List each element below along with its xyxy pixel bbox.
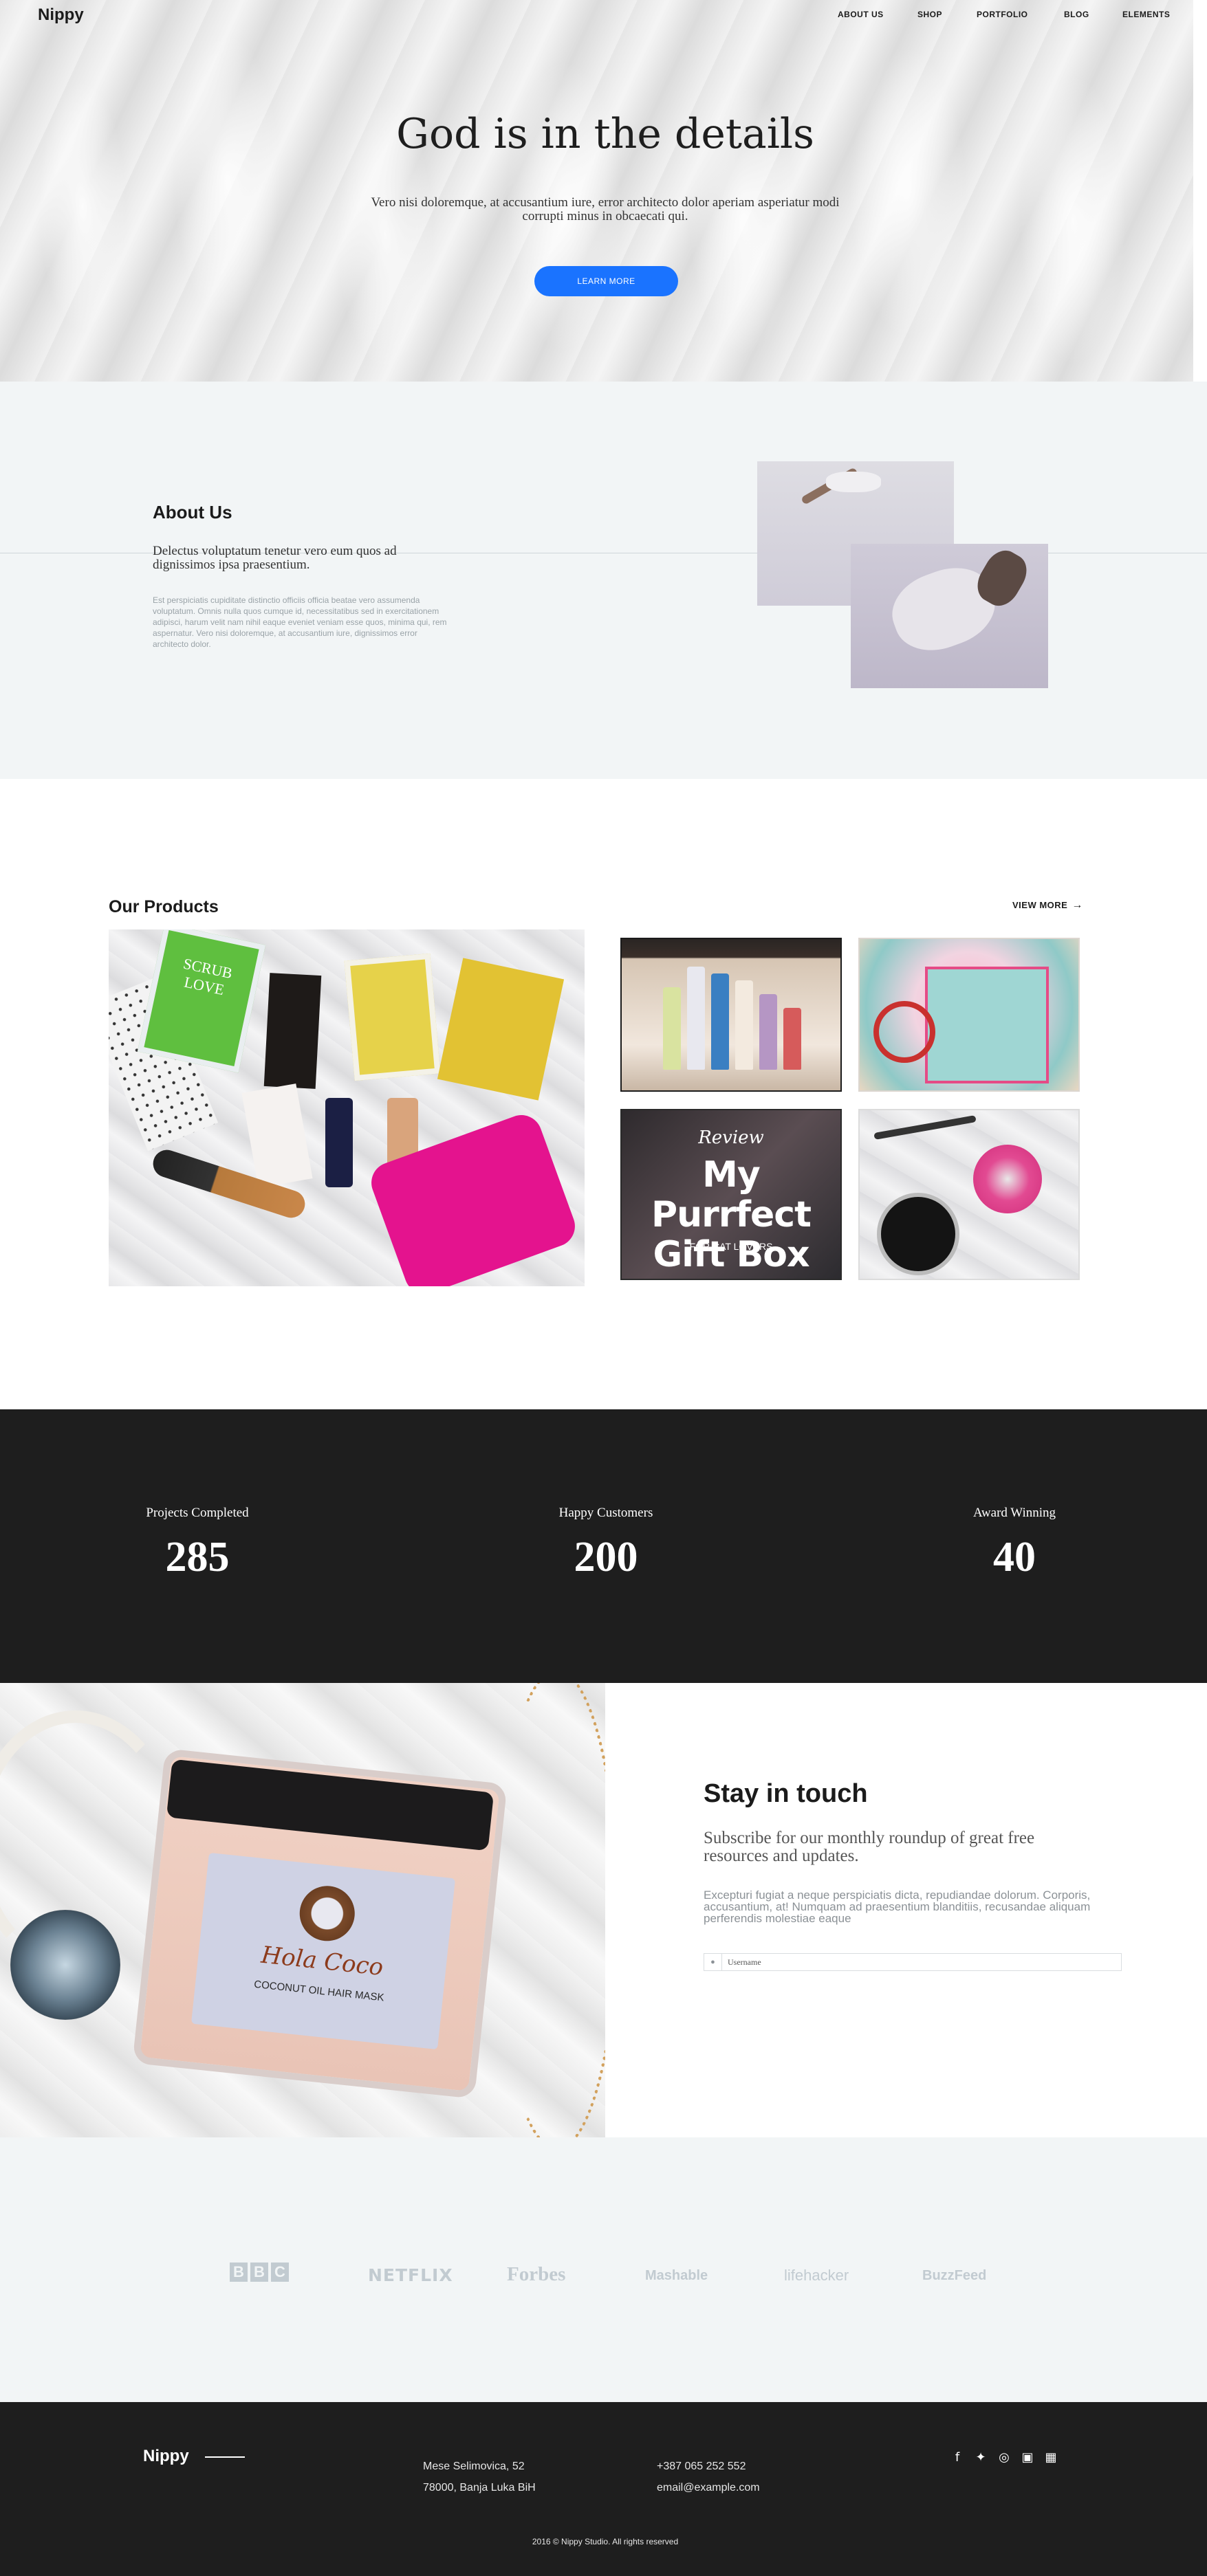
- scrub-label: SCRUB LOVE: [182, 954, 235, 999]
- address-line-2: 78000, Banja Luka BiH: [423, 2482, 536, 2494]
- lifehacker-logo: lifehacker: [784, 2267, 849, 2284]
- necklace-pendant: [10, 1910, 120, 2020]
- stat-label: Award Winning: [972, 1506, 1056, 1520]
- footer-phone[interactable]: +387 065 252 552: [657, 2456, 760, 2477]
- netflix-logo: NETFLIX: [368, 2265, 453, 2285]
- linkedin-icon[interactable]: ▦: [1043, 2450, 1059, 2465]
- nav-elements[interactable]: ELEMENTS: [1122, 10, 1191, 19]
- instagram-icon[interactable]: ▣: [1019, 2450, 1036, 2465]
- product-tea-pack: [344, 953, 441, 1081]
- product-curler: [873, 1001, 935, 1063]
- view-more-label: VIEW MORE: [1012, 900, 1068, 910]
- product-scrub-pack: SCRUB LOVE: [137, 929, 266, 1073]
- stat-value: 40: [993, 1534, 1036, 1581]
- nav-blog[interactable]: BLOG: [1064, 10, 1105, 19]
- about-photo-hands: [851, 544, 1048, 688]
- copyright: 2016 © Nippy Studio. All rights reserved: [532, 2537, 679, 2546]
- hero-subtitle: Vero nisi doloremque, at accusantium iur…: [371, 195, 840, 223]
- brands-section: BBC NETFLIX Forbes Mashable lifehacker B…: [0, 2137, 1207, 2402]
- stat-customers: Happy Customers 200: [503, 1506, 709, 1582]
- mashable-logo: Mashable: [645, 2268, 708, 2283]
- product-curler-box: [925, 967, 1049, 1083]
- subscribe-section: Stay in touch Subscribe for our monthly …: [605, 1683, 1207, 2137]
- product-image-main[interactable]: SCRUB LOVE: [109, 929, 585, 1286]
- twitter-icon[interactable]: ✦: [972, 2450, 989, 2465]
- hero-title: God is in the details: [396, 110, 814, 158]
- social-links: f ✦ ◎ ▣ ▦: [949, 2450, 1059, 2465]
- about-lead: Delectus voluptatum tenetur vero eum quo…: [153, 544, 397, 572]
- stats-section: Projects Completed 285 Happy Customers 2…: [0, 1409, 1207, 1683]
- product-pink-tin: [973, 1145, 1042, 1213]
- coconut-icon: [296, 1883, 358, 1944]
- subscribe-lead: Subscribe for our monthly roundup of gre…: [704, 1829, 1035, 1865]
- hero-section: Nippy ABOUT US SHOP PORTFOLIO BLOG ELEME…: [0, 0, 1193, 382]
- learn-more-button[interactable]: LEARN MORE: [534, 266, 678, 296]
- dribbble-icon[interactable]: ◎: [996, 2450, 1012, 2465]
- stat-projects: Projects Completed 285: [94, 1506, 301, 1582]
- giftbox-title: My Purrfect Gift Box: [651, 1154, 812, 1275]
- about-title: About Us: [153, 502, 232, 522]
- footer-logo-line: [205, 2456, 245, 2458]
- giftbox-review-label: Review: [698, 1127, 764, 1148]
- nav-shop[interactable]: SHOP: [917, 10, 959, 19]
- forbes-logo: Forbes: [507, 2263, 566, 2285]
- nav-portfolio[interactable]: PORTFOLIO: [977, 10, 1039, 19]
- product-black-tin: [877, 1193, 959, 1275]
- subscribe-image: Hola Coco COCONUT OIL HAIR MASK: [0, 1683, 605, 2137]
- username-field: ●: [704, 1953, 1122, 1971]
- site-logo[interactable]: Nippy: [38, 5, 84, 25]
- view-more-link[interactable]: VIEW MORE →: [1012, 899, 1083, 912]
- product-black-pack: [263, 973, 322, 1089]
- footer-address: Mese Selimovica, 52 78000, Banja Luka Bi…: [423, 2456, 536, 2498]
- product-image-giftbox[interactable]: Review My Purrfect Gift Box FOR CAT LOVER…: [620, 1109, 842, 1280]
- arrow-right-icon: →: [1072, 899, 1083, 911]
- product-card: [241, 1083, 313, 1188]
- bbc-logo: BBC: [230, 2263, 289, 2282]
- stat-value: 200: [574, 1534, 638, 1581]
- about-section: About Us Delectus voluptatum tenetur ver…: [0, 382, 1207, 779]
- subscribe-body: Excepturi fugiat a neque perspiciatis di…: [704, 1889, 1091, 1925]
- product-brush: [873, 1115, 977, 1140]
- footer-email[interactable]: email@example.com: [657, 2477, 760, 2498]
- products-title: Our Products: [109, 897, 219, 916]
- product-image-box[interactable]: [620, 938, 842, 1092]
- facebook-icon[interactable]: f: [949, 2450, 966, 2465]
- subscribe-title: Stay in touch: [704, 1779, 868, 1808]
- username-input[interactable]: [722, 1955, 1121, 1970]
- stat-value: 285: [165, 1534, 230, 1581]
- product-serum-bottle: [325, 1098, 353, 1187]
- product-image-curler[interactable]: [858, 938, 1080, 1092]
- footer: Nippy Mese Selimovica, 52 78000, Banja L…: [0, 2402, 1207, 2576]
- product-jar-label: Hola Coco COCONUT OIL HAIR MASK: [191, 1852, 456, 2050]
- buzzfeed-logo: BuzzFeed: [922, 2268, 987, 2283]
- product-image-brush-cleaner[interactable]: [858, 1109, 1080, 1280]
- giftbox-subtitle: FOR CAT LOVERS: [689, 1241, 773, 1252]
- product-yellow-pack: [437, 958, 565, 1101]
- footer-logo[interactable]: Nippy: [143, 2447, 189, 2466]
- nav-about-us[interactable]: ABOUT US: [838, 10, 900, 19]
- necklace-chain: [495, 1683, 605, 2137]
- stat-label: Happy Customers: [558, 1506, 653, 1520]
- stat-awards: Award Winning 40: [911, 1506, 1118, 1582]
- user-icon: ●: [704, 1954, 722, 1970]
- stat-label: Projects Completed: [146, 1506, 249, 1520]
- footer-contact: +387 065 252 552 email@example.com: [657, 2456, 760, 2498]
- about-body: Est perspiciatis cupiditate distinctio o…: [153, 595, 447, 649]
- address-line-1: Mese Selimovica, 52: [423, 2461, 525, 2472]
